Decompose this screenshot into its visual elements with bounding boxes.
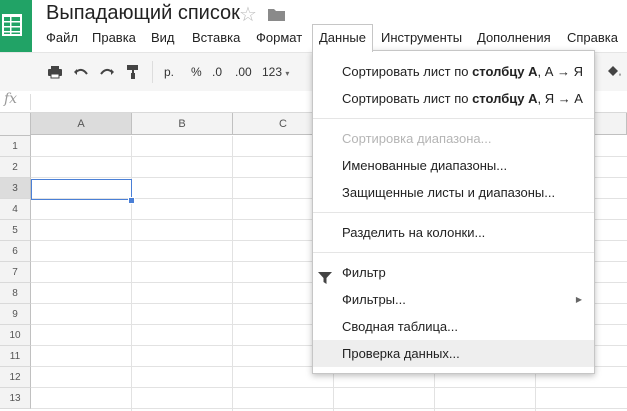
folder-icon[interactable] <box>268 8 285 21</box>
currency-format-button[interactable]: р. <box>164 65 174 79</box>
menu-sort-sheet-z-a[interactable]: Сортировать лист по столбцу А, Я → А <box>313 85 594 112</box>
decrease-decimals-button[interactable]: .0 <box>212 65 222 79</box>
row-header-8[interactable]: 8 <box>0 283 31 304</box>
menu-protected-sheets[interactable]: Защищенные листы и диапазоны... <box>313 179 594 206</box>
sheets-logo-icon[interactable] <box>0 0 32 52</box>
menu-filter-views[interactable]: Фильтры... ▶ <box>313 286 594 313</box>
menu-named-ranges[interactable]: Именованные диапазоны... <box>313 152 594 179</box>
menu-format[interactable]: Формат <box>256 25 302 51</box>
menu-data[interactable]: Данные <box>312 24 373 52</box>
fx-icon: fx <box>4 91 18 107</box>
print-icon[interactable] <box>47 64 63 80</box>
menu-file[interactable]: Файл <box>46 25 78 51</box>
more-formats-button[interactable]: 123 ▾ <box>262 65 289 79</box>
row-header-11[interactable]: 11 <box>0 346 31 367</box>
menu-sort-sheet-a-z[interactable]: Сортировать лист по столбцу А, А → Я <box>313 58 594 85</box>
menu-split-to-columns[interactable]: Разделить на колонки... <box>313 219 594 246</box>
star-icon[interactable]: ☆ <box>239 2 257 27</box>
row-header-3[interactable]: 3 <box>0 178 31 199</box>
menu-sort-range: Сортировка диапазона... <box>342 131 492 146</box>
redo-icon[interactable] <box>99 64 115 80</box>
increase-decimals-button[interactable]: .00 <box>235 65 252 79</box>
row-header-5[interactable]: 5 <box>0 220 31 241</box>
menu-tools[interactable]: Инструменты <box>381 25 462 51</box>
row-header-6[interactable]: 6 <box>0 241 31 262</box>
document-title[interactable]: Выпадающий список <box>46 2 240 25</box>
selected-cell-a3[interactable] <box>31 179 132 200</box>
menu-edit[interactable]: Правка <box>92 25 136 51</box>
fill-handle[interactable] <box>128 197 135 204</box>
menu-data-validation[interactable]: Проверка данных... <box>313 340 594 367</box>
row-header-9[interactable]: 9 <box>0 304 31 325</box>
fill-color-icon[interactable] <box>605 64 621 80</box>
row-header-1[interactable]: 1 <box>0 136 31 157</box>
select-all-corner[interactable] <box>0 113 31 136</box>
menu-pivot-table[interactable]: Сводная таблица... <box>313 313 594 340</box>
submenu-arrow-icon: ▶ <box>575 295 582 304</box>
percent-format-button[interactable]: % <box>191 65 202 79</box>
row-header-4[interactable]: 4 <box>0 199 31 220</box>
menu-view[interactable]: Вид <box>151 25 175 51</box>
row-header-13[interactable]: 13 <box>0 388 31 409</box>
row-header-7[interactable]: 7 <box>0 262 31 283</box>
data-menu-dropdown: Сортировать лист по столбцу А, А → Я Сор… <box>312 50 595 374</box>
undo-icon[interactable] <box>73 64 89 80</box>
row-header-12[interactable]: 12 <box>0 367 31 388</box>
row-header-10[interactable]: 10 <box>0 325 31 346</box>
menu-help[interactable]: Справка <box>567 25 618 51</box>
menu-addons[interactable]: Дополнения <box>477 25 551 51</box>
paint-format-icon[interactable] <box>125 64 141 80</box>
menu-filter[interactable]: Фильтр <box>313 259 594 286</box>
column-header-b[interactable]: B <box>132 113 233 135</box>
menu-insert[interactable]: Вставка <box>192 25 240 51</box>
column-header-a[interactable]: A <box>31 113 132 135</box>
row-header-2[interactable]: 2 <box>0 157 31 178</box>
